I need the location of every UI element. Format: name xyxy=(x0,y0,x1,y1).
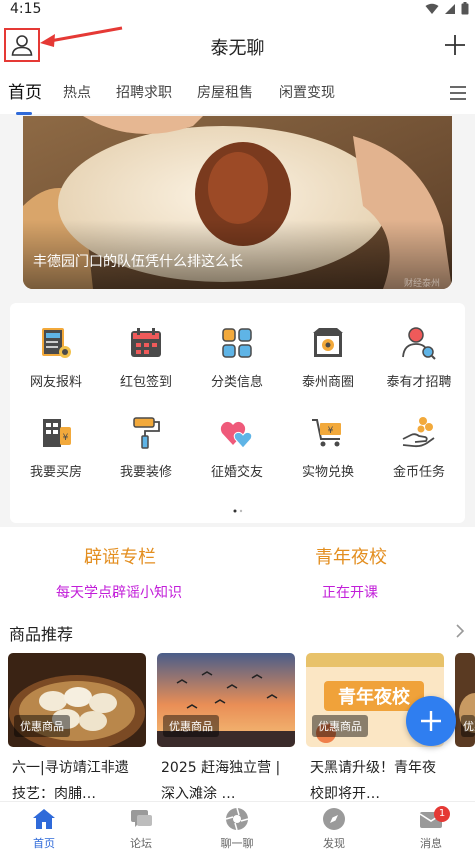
calendar-checkin-icon xyxy=(131,328,161,357)
nav-discover[interactable]: 发现 xyxy=(304,806,364,851)
status-time: 4:15 xyxy=(10,1,42,17)
app-screen: 4:15 泰无聊 首页 热点 招聘求职 房屋租售 闲置变现 丰德园门口的队伍凭什… xyxy=(0,0,475,852)
svg-text:¥: ¥ xyxy=(63,433,69,443)
chevron-right-icon[interactable] xyxy=(455,623,465,639)
discount-badge: 优惠商品 xyxy=(14,715,70,737)
category-icon xyxy=(222,328,252,358)
nav-home[interactable]: 首页 xyxy=(14,806,74,851)
add-icon[interactable] xyxy=(443,33,467,57)
grid-item-business[interactable]: 泰州商圈 xyxy=(282,325,374,390)
page-title: 泰无聊 xyxy=(210,38,265,59)
coin-task-icon xyxy=(402,417,435,448)
discount-badge: 优惠商品 xyxy=(312,715,368,737)
nav-messages[interactable]: 1 消息 xyxy=(401,806,461,851)
compass-icon xyxy=(323,808,345,830)
category-tabs: 首页 热点 招聘求职 房屋租售 闲置变现 xyxy=(0,72,475,115)
rumor-column-title[interactable]: 辟谣专栏 xyxy=(84,543,156,569)
grid-item-news-report[interactable]: 网友报料 xyxy=(10,325,102,390)
banner-watermark: 财经泰州 xyxy=(403,279,440,289)
product-title: 2025 赶海独立营 | 深入滩涂 … xyxy=(161,760,281,802)
grid-item-buy-house[interactable]: ¥ 我要买房 xyxy=(10,415,102,480)
unread-badge: 1 xyxy=(434,806,450,822)
discount-badge: 优惠商品 xyxy=(163,715,219,737)
grid-item-decoration[interactable]: 我要装修 xyxy=(100,415,192,480)
tab-home[interactable]: 首页 xyxy=(8,72,42,114)
battery-icon xyxy=(461,2,469,15)
grid-item-recruit[interactable]: 泰有才招聘 xyxy=(373,325,465,390)
grid-item-dating[interactable]: 征婚交友 xyxy=(191,415,283,480)
hearts-icon xyxy=(220,421,253,449)
tab-secondhand[interactable]: 闲置变现 xyxy=(279,72,335,114)
signal-icon xyxy=(445,3,455,14)
product-title: 天黑请升级！青年夜校即将开… xyxy=(310,760,436,802)
aperture-icon xyxy=(225,807,249,831)
night-school-subtitle[interactable]: 正在开课 xyxy=(322,582,378,602)
store-icon xyxy=(313,328,343,357)
plus-icon xyxy=(421,711,441,731)
rumor-column-subtitle[interactable]: 每天学点辟谣小知识 xyxy=(56,582,182,602)
grid-item-exchange[interactable]: ¥ 实物兑换 xyxy=(282,415,374,480)
product-title: 六一|寻访靖江非遗技艺：肉脯… xyxy=(12,760,129,802)
cart-exchange-icon: ¥ xyxy=(312,419,341,447)
grid-item-category[interactable]: 分类信息 xyxy=(191,325,283,390)
promo-section: 辟谣专栏 每天学点辟谣小知识 青年夜校 正在开课 xyxy=(0,527,475,613)
page-indicator xyxy=(233,509,243,513)
active-tab-indicator xyxy=(16,112,32,115)
status-bar: 4:15 xyxy=(0,0,475,20)
banner-carousel[interactable]: 丰德园门口的队伍凭什么排这么长 财经泰州 xyxy=(23,116,452,289)
menu-icon[interactable] xyxy=(449,85,467,101)
product-card[interactable]: 优惠商品 六一|寻访靖江非遗技艺：肉脯… xyxy=(8,653,146,802)
grid-item-coin-task[interactable]: 金币任务 xyxy=(373,415,465,480)
grid-item-checkin[interactable]: 红包签到 xyxy=(100,325,192,390)
night-school-title[interactable]: 青年夜校 xyxy=(315,543,387,569)
app-header: 泰无聊 xyxy=(0,20,475,72)
house-buy-icon: ¥ xyxy=(43,419,71,447)
create-post-button[interactable] xyxy=(406,696,456,746)
nav-forum[interactable]: 论坛 xyxy=(111,806,171,851)
wifi-icon xyxy=(425,3,439,14)
feature-grid: 网友报料 红包签到 分类信息 泰州商圈 泰有才招聘 ¥ 我要买房 我要装修 征婚… xyxy=(10,303,465,523)
news-report-icon xyxy=(42,328,71,358)
bottom-navigation: 首页 论坛 聊一聊 发现 1 消息 xyxy=(0,801,475,852)
forum-icon xyxy=(131,810,152,827)
product-image-text: 青年夜校 xyxy=(338,686,411,708)
recruit-icon xyxy=(402,327,436,360)
product-recommendations: 商品推荐 优惠商品 六一|寻访靖江非遗技艺：肉脯… 优惠商品 2025 赶海独立… xyxy=(0,613,475,802)
svg-text:¥: ¥ xyxy=(328,426,334,436)
section-title: 商品推荐 xyxy=(9,625,74,644)
paint-roller-icon xyxy=(133,417,160,449)
tab-hot[interactable]: 热点 xyxy=(63,72,91,114)
nav-chat[interactable]: 聊一聊 xyxy=(207,806,267,851)
home-icon xyxy=(33,809,55,829)
discount-badge: 优惠商品 xyxy=(461,715,475,737)
product-card[interactable]: 优惠商品 2025 赶海独立营 | 深入滩涂 … xyxy=(157,653,295,802)
banner-caption: 丰德园门口的队伍凭什么排这么长 xyxy=(33,254,243,270)
status-icons xyxy=(425,2,469,15)
product-card-partial[interactable]: 优惠商品 xyxy=(455,653,475,801)
tab-jobs[interactable]: 招聘求职 xyxy=(116,72,172,114)
tab-housing[interactable]: 房屋租售 xyxy=(197,72,253,114)
